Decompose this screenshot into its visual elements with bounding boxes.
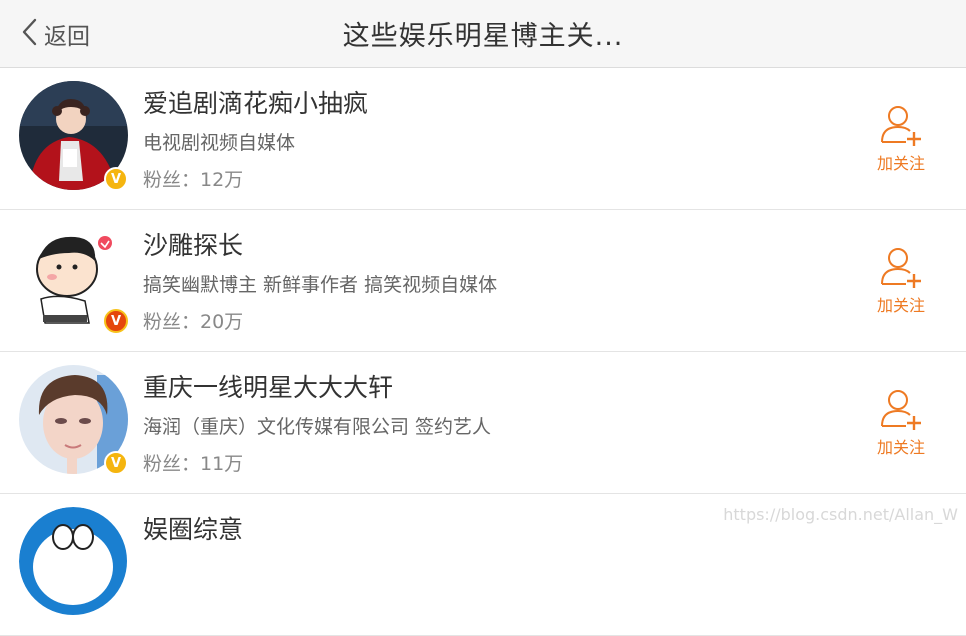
follow-button[interactable]: 加关注 bbox=[868, 386, 934, 458]
nav-bar: 返回 这些娱乐明星博主关... bbox=[0, 0, 966, 68]
fans-count: 粉丝：12万 bbox=[143, 169, 244, 191]
avatar[interactable] bbox=[19, 507, 128, 616]
follow-button[interactable]: 加关注 bbox=[868, 102, 934, 174]
user-list: V 爱追剧滴花痴小抽疯 电视剧视频自媒体 粉丝：12万 加关注 V 沙雕探长 搞… bbox=[0, 68, 966, 636]
page-title: 这些娱乐明星博主关... bbox=[342, 21, 624, 52]
follow-button[interactable]: 加关注 bbox=[868, 244, 934, 316]
user-name[interactable]: 娱圈综意 bbox=[143, 510, 243, 546]
verified-badge-icon: V bbox=[104, 309, 128, 333]
add-user-icon bbox=[868, 102, 934, 148]
follow-label: 加关注 bbox=[876, 296, 925, 315]
add-user-icon bbox=[868, 386, 934, 432]
user-name[interactable]: 重庆一线明星大大大轩 bbox=[143, 368, 393, 404]
list-item[interactable]: V 沙雕探长 搞笑幽默博主 新鲜事作者 搞笑视频自媒体 粉丝：20万 加关注 bbox=[0, 210, 966, 352]
follow-label: 加关注 bbox=[876, 154, 925, 173]
add-user-icon bbox=[868, 244, 934, 290]
follow-label: 加关注 bbox=[876, 438, 925, 457]
list-item[interactable]: V 爱追剧滴花痴小抽疯 电视剧视频自媒体 粉丝：12万 加关注 bbox=[0, 68, 966, 210]
fans-count: 粉丝：11万 bbox=[143, 453, 244, 475]
user-name[interactable]: 爱追剧滴花痴小抽疯 bbox=[143, 84, 368, 120]
user-description: 海润（重庆）文化传媒有限公司 签约艺人 bbox=[143, 416, 492, 438]
verified-badge-icon: V bbox=[104, 167, 128, 191]
user-description: 电视剧视频自媒体 bbox=[143, 132, 296, 154]
user-description: 搞笑幽默博主 新鲜事作者 搞笑视频自媒体 bbox=[143, 274, 498, 296]
verified-badge-icon: V bbox=[104, 451, 128, 475]
fans-count: 粉丝：20万 bbox=[143, 311, 244, 333]
watermark: https://blog.csdn.net/Allan_W bbox=[723, 505, 958, 524]
user-name[interactable]: 沙雕探长 bbox=[143, 226, 243, 262]
list-item[interactable]: V 重庆一线明星大大大轩 海润（重庆）文化传媒有限公司 签约艺人 粉丝：11万 … bbox=[0, 352, 966, 494]
